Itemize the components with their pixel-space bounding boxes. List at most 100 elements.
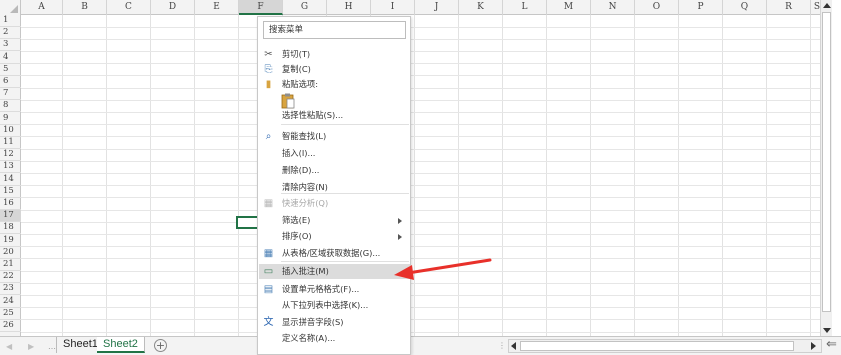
submenu-arrow-icon xyxy=(398,234,402,240)
tab-scroll-left-icon[interactable]: ◀ xyxy=(6,342,12,351)
column-header-k[interactable]: K xyxy=(459,0,503,15)
row-header-10[interactable]: 10 xyxy=(0,125,21,137)
row-header-22[interactable]: 22 xyxy=(0,271,21,284)
red-pointer-arrow-icon xyxy=(394,258,492,280)
column-header-m[interactable]: M xyxy=(547,0,591,15)
row-header-24[interactable]: 24 xyxy=(0,296,21,308)
horizontal-scrollbar[interactable] xyxy=(508,339,822,353)
menu-item-13[interactable]: ▤ 设置单元格格式(F)... xyxy=(259,282,410,297)
row-header-14[interactable]: 14 xyxy=(0,174,21,186)
menu-item-label: 插入批注(M) xyxy=(282,266,329,276)
column-header-f[interactable]: F xyxy=(239,0,283,15)
row-gridline xyxy=(21,99,820,101)
menu-item-1[interactable]: ⎘ 复制(C) xyxy=(259,62,410,77)
row-gridline xyxy=(21,63,820,65)
row-header-20[interactable]: 20 xyxy=(0,247,21,259)
column-header-o[interactable]: O xyxy=(635,0,679,15)
row-gridline xyxy=(21,38,820,40)
row-header-11[interactable]: 11 xyxy=(0,137,21,149)
menu-item-label: 快速分析(Q) xyxy=(282,198,329,208)
menu-item-16[interactable]: 定义名称(A)... xyxy=(259,331,410,346)
row-gridline xyxy=(21,209,820,211)
vertical-scroll-thumb[interactable] xyxy=(822,12,831,312)
column-header-d[interactable]: D xyxy=(151,0,195,15)
menu-item-8[interactable]: ▦ 快速分析(Q) xyxy=(259,196,410,211)
vertical-scrollbar[interactable] xyxy=(820,0,832,336)
menu-item-9[interactable]: 筛选(E) xyxy=(259,213,410,228)
scroll-down-icon[interactable] xyxy=(823,328,831,333)
row-header-21[interactable]: 21 xyxy=(0,259,21,271)
menu-item-label: 筛选(E) xyxy=(282,215,311,225)
row-gridline xyxy=(21,111,820,113)
menu-item-15[interactable]: 文显示拼音字段(S) xyxy=(259,315,410,330)
select-all-corner[interactable] xyxy=(0,0,21,15)
menu-item-label: 排序(O) xyxy=(282,231,312,241)
menu-item-2[interactable]: ▮ 粘贴选项: xyxy=(259,77,410,92)
menu-item-0[interactable]: ✂ 剪切(T) xyxy=(259,47,410,62)
quick-analysis-icon: ▦ xyxy=(263,198,274,209)
column-header-p[interactable]: P xyxy=(679,0,723,15)
menu-item-4[interactable]: ⌕ 智能查找(L) xyxy=(259,129,410,144)
row-header-26[interactable]: 26 xyxy=(0,320,21,332)
menu-search-input[interactable]: 搜索菜单 xyxy=(263,21,406,39)
row-header-4[interactable]: 4 xyxy=(0,52,21,64)
add-sheet-button[interactable]: + xyxy=(154,339,167,352)
column-header-h[interactable]: H xyxy=(327,0,371,15)
paste-clipboard-icon[interactable] xyxy=(281,93,295,109)
menu-item-14[interactable]: 从下拉列表中选择(K)... xyxy=(259,298,410,313)
column-header-q[interactable]: Q xyxy=(723,0,767,15)
menu-item-6[interactable]: 删除(D)... xyxy=(259,163,410,178)
scroll-up-icon[interactable] xyxy=(823,3,831,8)
row-header-3[interactable]: 3 xyxy=(0,39,21,52)
row-header-17[interactable]: 17 xyxy=(0,210,21,223)
smart-lookup-icon: ⌕ xyxy=(265,131,272,142)
row-header-9[interactable]: 9 xyxy=(0,113,21,125)
menu-item-3[interactable]: 选择性粘贴(S)... xyxy=(259,108,410,123)
column-header-c[interactable]: C xyxy=(107,0,151,15)
column-header-s[interactable]: S xyxy=(811,0,820,15)
row-header-1[interactable]: 1 xyxy=(0,15,21,27)
menu-item-label: 粘贴选项: xyxy=(282,79,318,89)
menu-item-5[interactable]: 插入(I)... xyxy=(259,146,410,161)
row-header-13[interactable]: 13 xyxy=(0,161,21,174)
row-header-18[interactable]: 18 xyxy=(0,222,21,235)
row-header-23[interactable]: 23 xyxy=(0,283,21,296)
row-header-8[interactable]: 8 xyxy=(0,100,21,113)
row-gridline xyxy=(21,197,820,199)
menu-item-label: 定义名称(A)... xyxy=(282,333,336,343)
row-header-25[interactable]: 25 xyxy=(0,308,21,320)
menu-item-11[interactable]: ▦ 从表格/区域获取数据(G)... xyxy=(259,246,410,261)
row-gridline xyxy=(21,246,820,248)
row-header-2[interactable]: 2 xyxy=(0,27,21,40)
tab-more-icon[interactable]: … xyxy=(48,342,56,351)
tab-scroll-right-icon[interactable]: ▶ xyxy=(28,342,34,351)
column-header-b[interactable]: B xyxy=(63,0,107,15)
row-header-7[interactable]: 7 xyxy=(0,88,21,101)
row-header-6[interactable]: 6 xyxy=(0,76,21,88)
scroll-split-handle[interactable]: ⋮ xyxy=(498,341,506,350)
scroll-left-icon[interactable] xyxy=(511,342,516,350)
row-header-15[interactable]: 15 xyxy=(0,186,21,198)
horizontal-scroll-thumb[interactable] xyxy=(520,341,794,351)
scroll-right-icon[interactable] xyxy=(811,342,816,350)
column-header-g[interactable]: G xyxy=(283,0,327,15)
menu-item-10[interactable]: 排序(O) xyxy=(259,229,410,244)
column-header-j[interactable]: J xyxy=(415,0,459,15)
column-header-r[interactable]: R xyxy=(767,0,811,15)
menu-item-12[interactable]: ▭ 插入批注(M) xyxy=(259,264,410,279)
column-header-n[interactable]: N xyxy=(591,0,635,15)
row-gridline xyxy=(21,26,820,28)
column-header-a[interactable]: A xyxy=(21,0,63,15)
row-header-16[interactable]: 16 xyxy=(0,198,21,210)
column-header-l[interactable]: L xyxy=(503,0,547,15)
column-header-i[interactable]: I xyxy=(371,0,415,15)
row-gridline xyxy=(21,148,820,150)
row-gridline xyxy=(21,185,820,187)
row-header-5[interactable]: 5 xyxy=(0,64,21,76)
row-header-19[interactable]: 19 xyxy=(0,235,21,247)
menu-item-label: 剪切(T) xyxy=(282,49,311,59)
sheet-tab-sheet2[interactable]: Sheet2 xyxy=(97,337,145,353)
row-gridline xyxy=(21,160,820,162)
column-header-e[interactable]: E xyxy=(195,0,239,15)
row-header-12[interactable]: 12 xyxy=(0,149,21,162)
